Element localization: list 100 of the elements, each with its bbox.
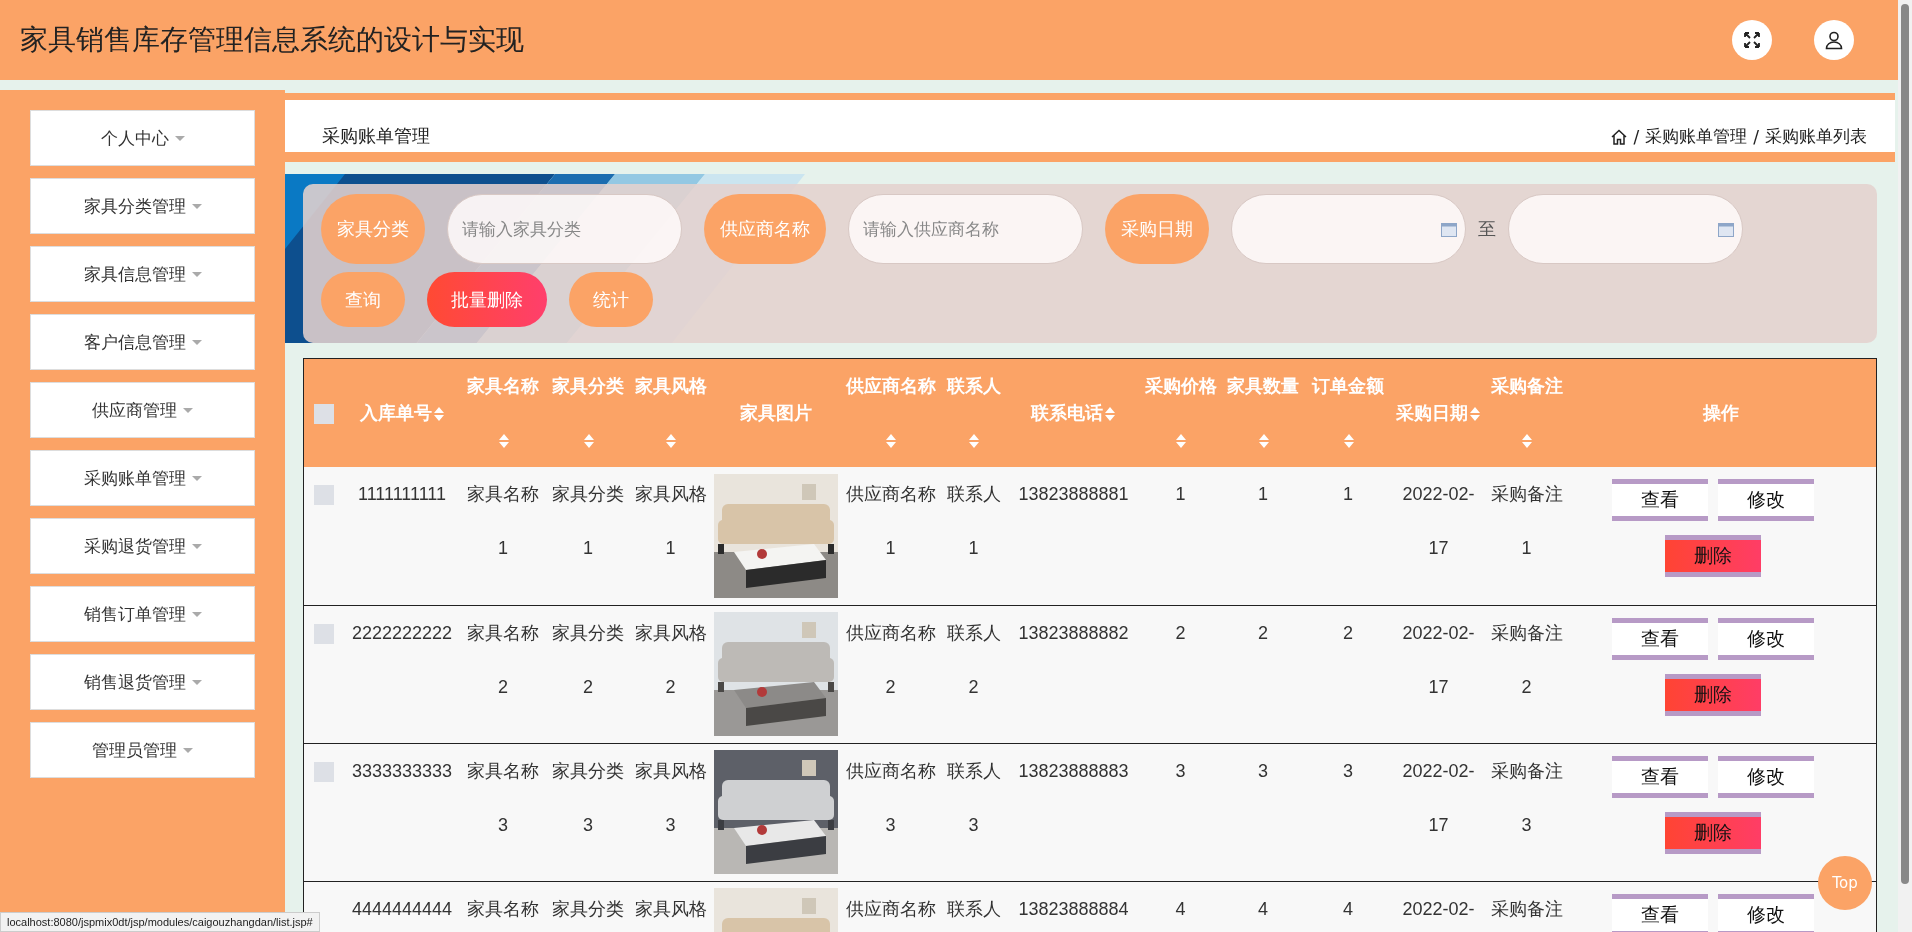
sidebar-item[interactable]: 供应商管理 <box>30 382 255 438</box>
caret-icon <box>191 543 202 549</box>
table-cell: 家具风格3 <box>634 760 707 835</box>
caret-icon <box>183 407 193 413</box>
table-cell: 家具分类1 <box>552 484 624 558</box>
select-all-checkbox[interactable] <box>313 404 334 425</box>
row-action-button[interactable]: 查看 <box>1612 479 1709 521</box>
sidebar-item[interactable]: 采购账单管理 <box>30 450 255 506</box>
row-action-button[interactable]: 修改 <box>1718 893 1815 932</box>
table-cell: 供应商名称1 <box>845 484 936 558</box>
user-icon <box>1824 30 1844 50</box>
breadcrumb-link[interactable]: 采购账单管理 <box>1645 125 1748 148</box>
user-button[interactable] <box>1814 20 1854 60</box>
sidebar-item[interactable]: 销售订单管理 <box>30 586 255 642</box>
table-cell: 13823888884 <box>1018 898 1129 919</box>
sidebar-item[interactable]: 家具分类管理 <box>30 178 255 234</box>
table-cell: 供应商名称3 <box>845 760 936 835</box>
table-cell: 4 <box>1175 898 1186 919</box>
row-checkbox[interactable] <box>313 623 334 644</box>
table-cell: 供应商名称2 <box>845 622 936 697</box>
column-header: 家具图片 <box>739 403 812 423</box>
table-cell: 1 <box>1343 484 1353 504</box>
table-cell: 家具风格1 <box>634 484 707 558</box>
column-header: 操作 <box>1703 403 1740 423</box>
table-cell: 家具分类3 <box>552 760 624 835</box>
sidebar-item[interactable]: 销售退货管理 <box>30 654 255 710</box>
home-icon[interactable] <box>1609 127 1628 146</box>
table-cell: 家具名称1 <box>467 484 539 558</box>
breadcrumb-link[interactable]: 采购账单列表 <box>1765 125 1867 148</box>
caret-icon <box>191 271 202 277</box>
field-label: 采购日期 <box>1105 194 1209 264</box>
table-cell: 联系人1 <box>946 484 1001 558</box>
caret-icon <box>191 611 202 617</box>
sort-icon[interactable] <box>968 433 980 450</box>
table-cell: 4 <box>1258 898 1268 919</box>
scrollbar-thumb[interactable] <box>1901 4 1909 884</box>
sort-icon[interactable] <box>497 433 510 450</box>
search-field[interactable]: 请输入家具分类 <box>447 194 682 264</box>
table-cell: 家具名称3 <box>467 760 539 835</box>
table-cell: 采购备注 <box>1490 898 1563 919</box>
sort-icon[interactable] <box>1469 406 1481 423</box>
table-cell: 家具分类2 <box>552 622 624 697</box>
sort-icon[interactable] <box>1175 433 1187 450</box>
row-action-button[interactable]: 查看 <box>1612 755 1709 798</box>
sidebar-item[interactable]: 家具信息管理 <box>30 246 255 302</box>
row-checkbox[interactable] <box>313 485 334 506</box>
calendar-icon <box>1441 223 1457 237</box>
table-cell: 2 <box>1343 622 1353 643</box>
table-cell: 4 <box>1343 898 1353 919</box>
table-cell: 家具名称2 <box>467 622 539 697</box>
sort-icon[interactable] <box>1342 433 1355 450</box>
sort-icon[interactable] <box>1104 406 1116 423</box>
row-action-button[interactable]: 查看 <box>1612 893 1709 932</box>
field-label: 供应商名称 <box>704 194 826 264</box>
row-action-button[interactable]: 修改 <box>1718 479 1815 521</box>
delete-button[interactable]: 删除 <box>1665 673 1762 716</box>
sidebar-item[interactable]: 管理员管理 <box>30 722 255 778</box>
sort-icon[interactable] <box>432 406 445 423</box>
table-cell: 2022-02-17 <box>1402 760 1475 835</box>
table-cell: 4444444444 <box>351 898 453 919</box>
table-cell: 采购备注2 <box>1490 622 1563 697</box>
caret-icon <box>174 135 185 141</box>
sidebar-item[interactable]: 个人中心 <box>30 110 255 166</box>
table-cell: 家具风格2 <box>634 622 707 697</box>
caret-icon <box>183 747 193 753</box>
row-action-button[interactable]: 查看 <box>1612 617 1709 660</box>
table-cell: 3 <box>1175 760 1186 781</box>
fullscreen-button[interactable] <box>1732 20 1772 60</box>
table-cell: 2 <box>1175 622 1186 643</box>
sidebar-item[interactable]: 客户信息管理 <box>30 314 255 370</box>
breadcrumb-separator: / <box>1633 126 1640 147</box>
page-title: 采购账单管理 <box>322 124 430 148</box>
table-cell: 家具风格 <box>634 898 707 919</box>
table-cell: 家具分类 <box>552 898 624 919</box>
table-cell: 联系人2 <box>946 622 1001 697</box>
sort-icon[interactable] <box>582 433 595 450</box>
table-cell: 供应商名称 <box>845 898 936 919</box>
search-field[interactable]: 请输入供应商名称 <box>848 194 1083 264</box>
row-action-button[interactable]: 修改 <box>1718 755 1815 798</box>
table-cell: 13823888883 <box>1018 760 1129 781</box>
sidebar-item[interactable]: 采购退货管理 <box>30 518 255 574</box>
app-title: 家具销售库存管理信息系统的设计与实现 <box>20 22 524 58</box>
sort-icon[interactable] <box>1257 433 1270 450</box>
table-cell: 采购备注1 <box>1490 484 1563 558</box>
table-cell: 1 <box>1175 484 1186 504</box>
table-cell: 采购备注3 <box>1490 760 1563 835</box>
sort-icon[interactable] <box>885 433 897 450</box>
row-checkbox[interactable] <box>313 761 334 782</box>
calendar-icon <box>1718 223 1734 237</box>
sort-icon[interactable] <box>1521 433 1533 450</box>
sort-icon[interactable] <box>665 433 677 450</box>
table-cell: 13823888881 <box>1018 484 1129 504</box>
table-cell: 2022-02-17 <box>1402 484 1475 558</box>
table-cell: 联系人 <box>946 898 1001 919</box>
delete-button[interactable]: 删除 <box>1665 535 1762 577</box>
scrollbar[interactable] <box>1898 0 1912 932</box>
table-cell: 1 <box>1258 484 1268 504</box>
delete-button[interactable]: 删除 <box>1665 811 1762 854</box>
table-cell: 2 <box>1258 622 1268 643</box>
row-action-button[interactable]: 修改 <box>1718 617 1815 660</box>
